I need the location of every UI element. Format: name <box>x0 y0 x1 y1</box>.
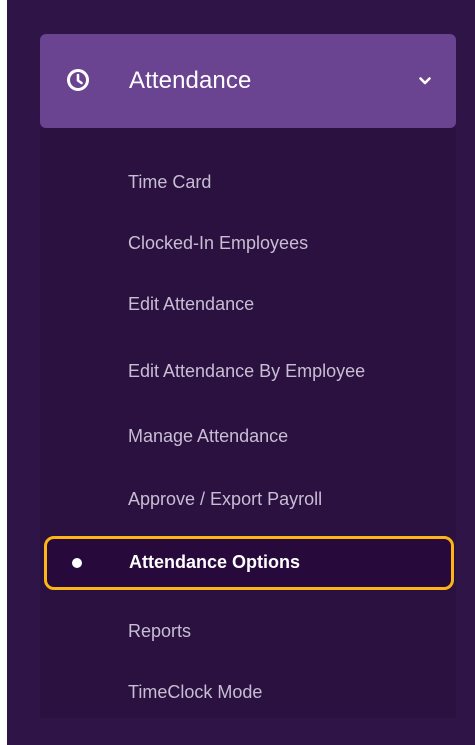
menu-item-label: Edit Attendance <box>128 294 255 314</box>
section-title: Attendance <box>129 67 252 94</box>
menu-item-manage-attendance[interactable]: Manage Attendance <box>40 412 456 460</box>
attendance-submenu: Time Card Clocked-In Employees Edit Atte… <box>40 128 456 718</box>
menu-item-edit-attendance-by-employee[interactable]: Edit Attendance By Employee <box>40 347 456 395</box>
menu-item-time-card[interactable]: Time Card <box>40 158 456 206</box>
menu-item-timeclock-mode[interactable]: TimeClock Mode <box>40 668 456 716</box>
menu-item-label: Manage Attendance <box>128 426 289 446</box>
chevron-down-icon[interactable] <box>417 73 433 89</box>
menu-item-approve-export-payroll[interactable]: Approve / Export Payroll <box>40 475 456 523</box>
menu-item-label: Edit Attendance By Employee <box>128 361 366 381</box>
page: Attendance Time Card Clocked-In Employee… <box>0 0 475 745</box>
menu-item-edit-attendance[interactable]: Edit Attendance <box>40 280 456 328</box>
menu-item-label: Clocked-In Employees <box>128 233 309 253</box>
menu-item-label: Attendance Options <box>129 552 301 572</box>
menu-item-label: Time Card <box>128 172 212 192</box>
menu-item-attendance-options[interactable]: Attendance Options <box>44 536 454 590</box>
menu-item-label: Approve / Export Payroll <box>128 489 323 509</box>
menu-item-label: TimeClock Mode <box>128 682 263 702</box>
menu-item-clocked-in-employees[interactable]: Clocked-In Employees <box>40 219 456 267</box>
bullet-dot-icon <box>72 558 82 568</box>
menu-item-label: Reports <box>128 621 192 641</box>
menu-item-reports[interactable]: Reports <box>40 607 456 655</box>
attendance-section-toggle[interactable]: Attendance <box>40 34 456 128</box>
clock-icon <box>67 69 89 91</box>
